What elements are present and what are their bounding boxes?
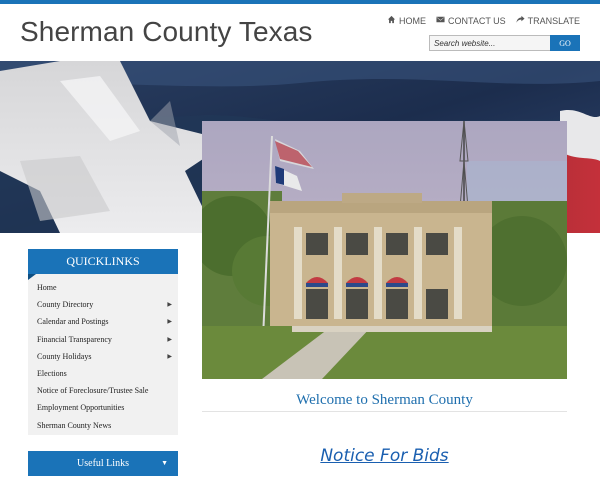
- quicklink-label: County Directory: [37, 300, 94, 310]
- nav-home-label: HOME: [398, 15, 426, 26]
- divider: [202, 411, 567, 412]
- quicklink-county-holidays[interactable]: County Holidays ▶: [28, 348, 178, 365]
- quicklinks-header: QUICKLINKS: [28, 249, 178, 280]
- quicklink-elections[interactable]: Elections: [28, 365, 178, 382]
- quicklink-home[interactable]: Home: [28, 279, 178, 296]
- quicklink-label: County Holidays: [37, 351, 92, 361]
- chevron-right-icon: ▶: [167, 336, 172, 343]
- nav-contact-link[interactable]: CONTACT US: [436, 15, 506, 26]
- chevron-down-icon: ▼: [161, 459, 168, 467]
- quicklink-label: Employment Opportunities: [37, 403, 125, 413]
- courthouse-photo: [202, 121, 567, 379]
- chevron-right-icon: ▶: [167, 319, 172, 326]
- useful-links-button[interactable]: Useful Links ▼: [28, 451, 178, 476]
- search-form: GO: [429, 35, 580, 51]
- utility-nav: HOME CONTACT US TRANSLATE: [387, 15, 580, 26]
- site-title[interactable]: Sherman County Texas: [20, 16, 313, 48]
- search-go-button[interactable]: GO: [550, 35, 580, 51]
- quicklink-label: Elections: [37, 369, 67, 379]
- nav-translate-label: TRANSLATE: [527, 15, 580, 26]
- courthouse-image: [202, 121, 567, 379]
- share-icon: [516, 15, 525, 26]
- useful-links-label: Useful Links: [77, 458, 129, 469]
- nav-translate-link[interactable]: TRANSLATE: [516, 15, 580, 26]
- quicklinks-list: Home County Directory ▶ Calendar and Pos…: [28, 274, 178, 435]
- quicklink-county-news[interactable]: Sherman County News: [28, 417, 178, 434]
- nav-home-link[interactable]: HOME: [387, 15, 426, 26]
- welcome-heading: Welcome to Sherman County: [296, 392, 473, 408]
- search-input[interactable]: [429, 35, 550, 51]
- quicklink-financial-transparency[interactable]: Financial Transparency ▶: [28, 331, 178, 348]
- quicklinks-sidebar: QUICKLINKS Home County Directory ▶ Calen…: [28, 249, 178, 435]
- home-icon: [387, 15, 396, 26]
- top-accent-bar: [0, 0, 600, 4]
- quicklink-foreclosure-notice[interactable]: Notice of Foreclosure/Trustee Sale: [28, 382, 178, 399]
- nav-contact-label: CONTACT US: [447, 15, 506, 26]
- chevron-right-icon: ▶: [167, 302, 172, 309]
- notice-for-bids-link[interactable]: Notice For Bids: [202, 446, 567, 466]
- quicklink-employment[interactable]: Employment Opportunities: [28, 399, 178, 416]
- quicklink-label: Calendar and Postings: [37, 317, 109, 327]
- quicklink-label: Notice of Foreclosure/Trustee Sale: [37, 386, 149, 396]
- quicklink-label: Sherman County News: [37, 420, 112, 430]
- chevron-right-icon: ▶: [167, 353, 172, 360]
- envelope-icon: [436, 15, 445, 26]
- quicklink-calendar-postings[interactable]: Calendar and Postings ▶: [28, 313, 178, 330]
- quicklink-label: Home: [37, 283, 57, 293]
- quicklink-label: Financial Transparency: [37, 334, 112, 344]
- quicklink-county-directory[interactable]: County Directory ▶: [28, 296, 178, 313]
